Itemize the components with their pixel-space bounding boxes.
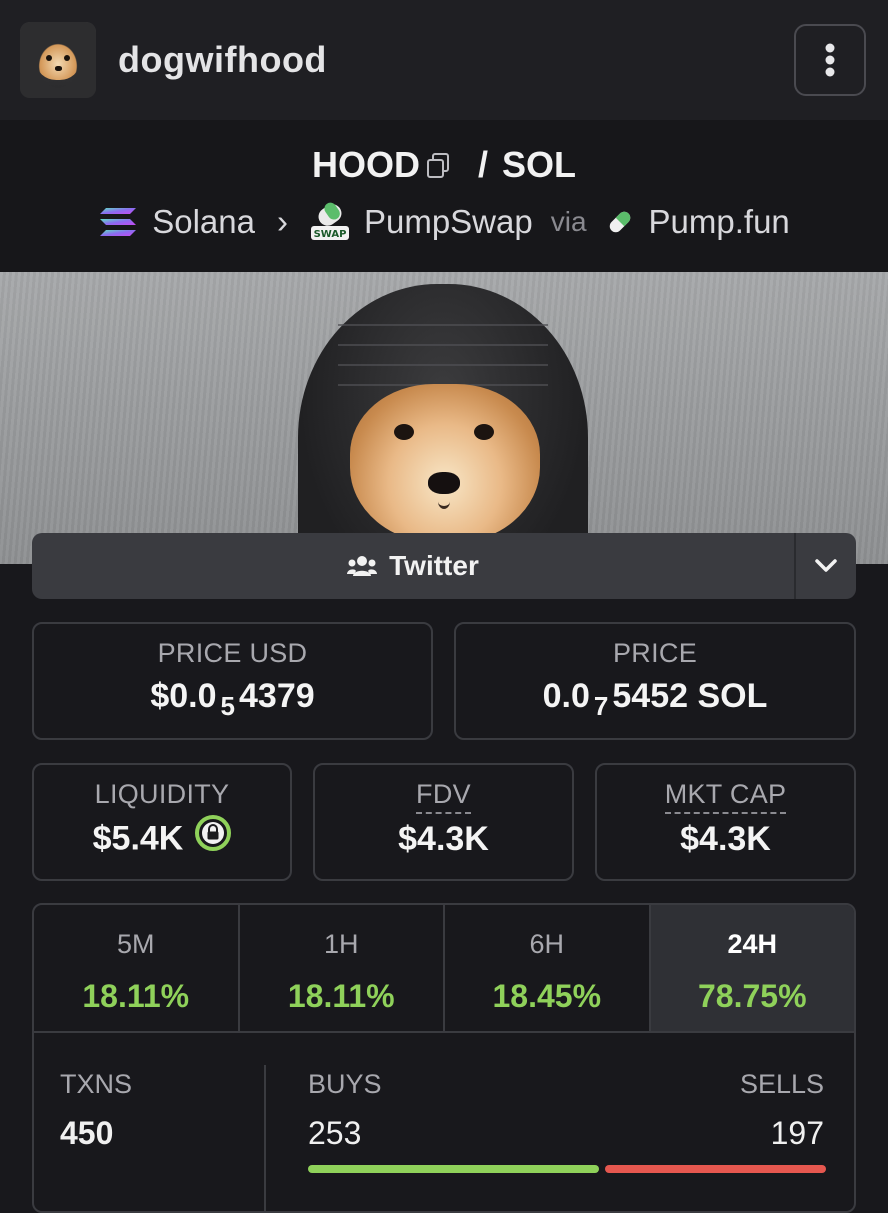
tab-6h[interactable]: 6H 18.45%: [445, 905, 651, 1031]
buys-count: 253: [308, 1115, 362, 1151]
buys-bar: [308, 1165, 599, 1173]
liquidity-label: LIQUIDITY: [94, 779, 230, 809]
token-name: dogwifhood: [118, 39, 327, 80]
twitter-button[interactable]: Twitter: [32, 533, 794, 599]
solana-icon: [100, 208, 137, 236]
dex-link[interactable]: PumpSwap: [364, 203, 533, 241]
timeframe-tabs: 5M 18.11% 1H 18.11% 6H 18.45% 24H 78.75%: [34, 905, 854, 1033]
mkt-cap-card: MKT CAP $4.3K: [595, 763, 856, 881]
pair-info: HOOD / SOL Solana › SWAP PumpSwap via Pump…: [0, 120, 888, 272]
lock-icon[interactable]: [195, 815, 232, 860]
price-native-label: PRICE: [612, 638, 698, 668]
launchpad-link[interactable]: Pump.fun: [649, 203, 790, 241]
more-options-button[interactable]: [794, 24, 866, 96]
twitter-label: Twitter: [389, 550, 479, 581]
price-usd-card: PRICE USD $0.0 5 4379: [32, 622, 433, 740]
sells-label: SELLS: [739, 1069, 824, 1099]
chevron-down-icon: [815, 559, 837, 572]
via-label: via: [550, 206, 587, 237]
fdv-label[interactable]: FDV: [416, 779, 471, 814]
kebab-menu-icon: [825, 43, 835, 77]
price-usd-value: $0.0 5 4379: [150, 677, 315, 721]
app-header: dogwifhood: [0, 0, 888, 120]
token-banner-image: [0, 272, 888, 564]
pair-separator: /: [477, 144, 488, 185]
users-icon: [347, 556, 378, 576]
stats-panel: 5M 18.11% 1H 18.11% 6H 18.45% 24H 78.75%…: [32, 903, 856, 1213]
price-usd-label: PRICE USD: [157, 638, 308, 668]
tab-1h[interactable]: 1H 18.11%: [240, 905, 445, 1031]
liquidity-card: LIQUIDITY $5.4K: [32, 763, 292, 881]
mkt-cap-value: $4.3K: [680, 820, 771, 858]
quote-symbol: SOL: [502, 144, 577, 185]
price-native-card: PRICE 0.0 7 5452 SOL: [454, 622, 856, 740]
socials-bar: Twitter: [32, 533, 856, 599]
tab-24h[interactable]: 24H 78.75%: [650, 905, 854, 1031]
txns-label: TXNS: [60, 1069, 133, 1099]
chain-link[interactable]: Solana: [152, 203, 255, 241]
chain-breadcrumb: Solana › SWAP PumpSwap via Pump.fun: [0, 200, 888, 244]
token-avatar: [20, 22, 96, 98]
price-native-value: 0.0 7 5452 SOL: [542, 677, 768, 721]
liquidity-value: $5.4K: [92, 819, 184, 858]
tab-5m[interactable]: 5M 18.11%: [34, 905, 240, 1031]
socials-dropdown-button[interactable]: [796, 533, 856, 599]
mkt-cap-label[interactable]: MKT CAP: [664, 779, 787, 814]
fdv-card: FDV $4.3K: [313, 763, 574, 881]
base-symbol: HOOD: [311, 144, 420, 185]
chevron-right-icon: ›: [276, 203, 288, 240]
txns-section: TXNS 450 BUYS 253 SELLS 197: [34, 1033, 854, 1211]
svg-text:SWAP: SWAP: [314, 229, 347, 240]
fdv-value: $4.3K: [398, 820, 489, 858]
txns-total: 450: [60, 1115, 114, 1151]
sells-count: 197: [770, 1115, 824, 1151]
pumpswap-icon: SWAP: [310, 202, 349, 240]
sells-bar: [605, 1165, 826, 1173]
pill-icon: [609, 211, 630, 233]
copy-icon[interactable]: [426, 146, 450, 188]
pair-title: HOOD / SOL: [0, 144, 888, 188]
buys-label: BUYS: [308, 1069, 382, 1099]
